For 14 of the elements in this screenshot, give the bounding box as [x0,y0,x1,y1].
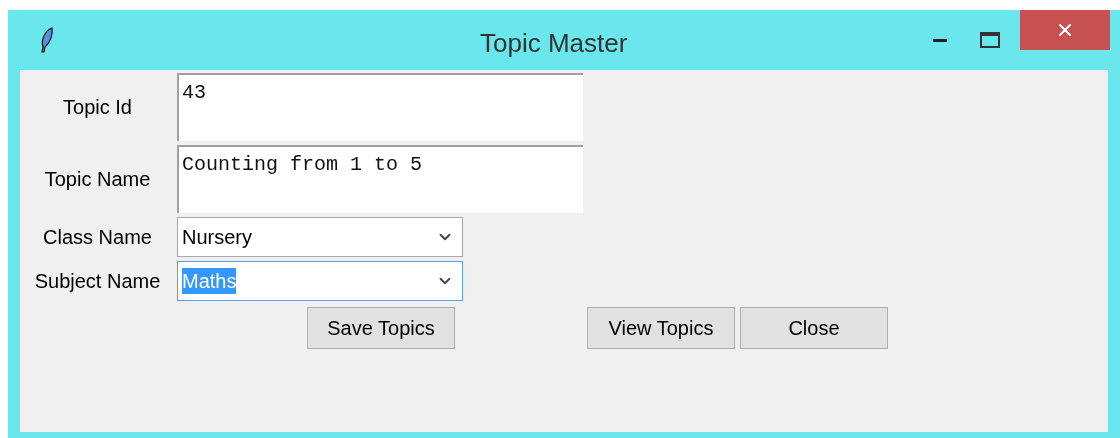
feather-icon [40,27,54,53]
field-label: Class Name [43,225,152,250]
close-dialog-button[interactable]: Close [740,307,888,349]
window-title: Topic Master [480,27,628,60]
dropdown-field[interactable]: Nursery [177,217,463,257]
maximize-icon [980,32,1000,48]
minimize-icon [933,38,947,42]
text-field[interactable]: 43 [177,73,583,141]
text-field[interactable]: Counting from 1 to 5 [177,145,583,213]
save-topics-button[interactable]: Save Topics [307,307,455,349]
view-topics-button[interactable]: View Topics [587,307,735,349]
field-label: Topic Id [63,95,132,120]
field-label: Subject Name [34,269,161,294]
field-label: Topic Name [44,167,151,192]
